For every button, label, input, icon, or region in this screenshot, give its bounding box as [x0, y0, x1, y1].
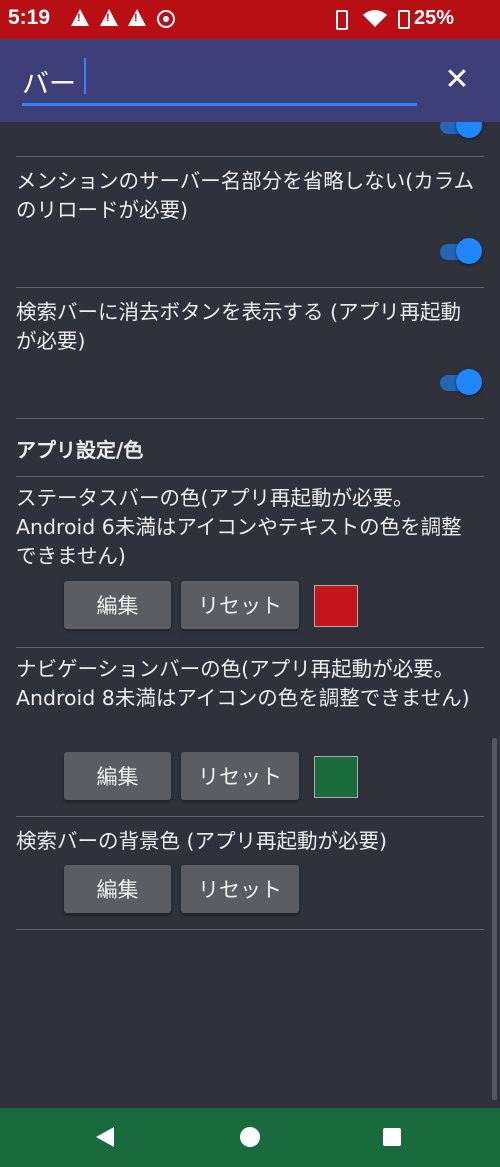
search-bar-bg-label: 検索バーの背景色 (アプリ再起動が必要) [16, 829, 388, 853]
status-bar-color-swatch[interactable] [314, 585, 358, 627]
text-caret [84, 58, 86, 94]
search-input[interactable] [22, 59, 417, 106]
warning-icon [128, 9, 146, 26]
divider [16, 929, 484, 930]
clear-search-button[interactable]: ✕ [440, 63, 474, 97]
status-bar-color-reset-button[interactable]: リセット [181, 581, 299, 629]
back-icon[interactable] [96, 1127, 114, 1147]
recents-icon[interactable] [383, 1128, 401, 1146]
home-icon[interactable] [240, 1127, 260, 1147]
nav-bar-color-label: ナビゲーションバーの色(アプリ再起動が必要。Android 8未満はアイコンの色… [16, 657, 470, 710]
divider [16, 647, 484, 648]
search-bar-bg-edit-button[interactable]: 編集 [64, 865, 171, 913]
divider [16, 418, 484, 419]
search-header: ✕ [0, 39, 500, 122]
wifi-icon [363, 10, 387, 27]
status-bar-color-label: ステータスバーの色(アプリ再起動が必要。Android 6未満はアイコンやテキス… [16, 486, 462, 568]
close-icon: ✕ [444, 62, 470, 97]
vibrate-icon [336, 10, 348, 30]
divider [16, 287, 484, 288]
sync-icon [157, 10, 175, 28]
status-bar: 5:19 25% [0, 0, 500, 39]
divider [16, 476, 484, 477]
divider [16, 816, 484, 817]
search-bar-bg-reset-button[interactable]: リセット [181, 865, 299, 913]
status-time: 5:19 [8, 6, 51, 29]
battery-percent: 25% [414, 7, 455, 29]
nav-bar-color-edit-button[interactable]: 編集 [64, 752, 171, 800]
nav-bar-color-swatch[interactable] [314, 756, 358, 798]
scrollbar[interactable] [492, 738, 497, 1100]
divider [16, 156, 484, 157]
toggle-switch[interactable] [438, 122, 482, 140]
search-clear-button-toggle[interactable] [438, 367, 482, 397]
battery-icon [398, 10, 410, 29]
nav-bar-color-reset-button[interactable]: リセット [181, 752, 299, 800]
mention-server-label: メンションのサーバー名部分を省略しない(カラムのリロードが必要) [16, 169, 475, 222]
section-title: アプリ設定/色 [16, 438, 144, 462]
warning-icon [100, 9, 118, 26]
mention-server-toggle[interactable] [438, 236, 482, 266]
warning-icon [71, 9, 89, 26]
settings-list[interactable]: メンションのサーバー名部分を省略しない(カラムのリロードが必要) 検索バーに消去… [0, 122, 500, 1108]
nav-bar [0, 1108, 500, 1167]
status-bar-color-edit-button[interactable]: 編集 [64, 581, 171, 629]
search-clear-button-label: 検索バーに消去ボタンを表示する (アプリ再起動が必要) [16, 300, 462, 353]
